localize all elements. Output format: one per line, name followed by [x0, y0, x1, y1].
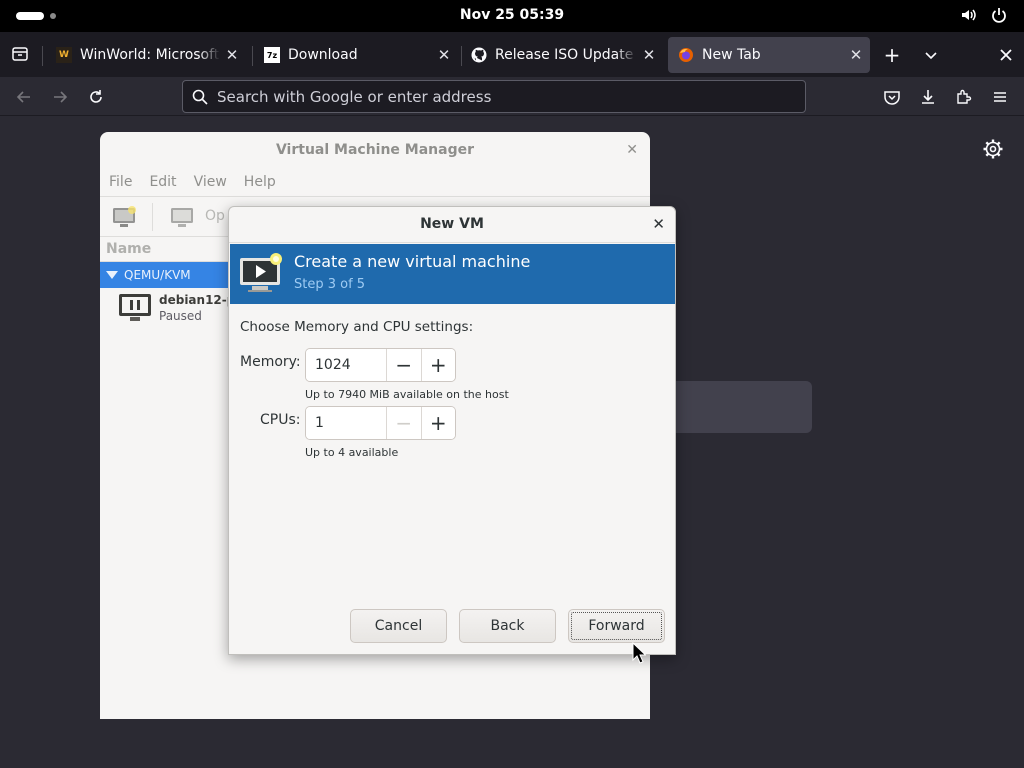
- new-vm-monitor-icon: [240, 253, 282, 292]
- hamburger-menu-icon: [994, 92, 1006, 102]
- cpus-spinbutton[interactable]: − +: [305, 406, 456, 440]
- github-icon: [471, 47, 487, 63]
- open-console-icon[interactable]: [170, 205, 196, 229]
- cpus-input[interactable]: [306, 407, 386, 439]
- dialog-titlebar[interactable]: New VM ✕: [229, 207, 675, 243]
- menu-help[interactable]: Help: [244, 168, 276, 196]
- app-menu-button[interactable]: [987, 84, 1013, 110]
- cpus-label: CPUs:: [260, 412, 301, 428]
- vm-state: Paused: [159, 309, 202, 323]
- tab-close-icon[interactable]: ✕: [637, 43, 661, 67]
- clock[interactable]: Nov 25 05:39: [0, 7, 1024, 23]
- tab-separator: [42, 46, 43, 66]
- new-vm-dialog: New VM ✕ Create a new virtual machine St…: [228, 206, 676, 655]
- memory-increase-button[interactable]: +: [420, 349, 455, 381]
- forward-button[interactable]: Forward: [568, 609, 665, 643]
- close-icon: [1000, 49, 1012, 61]
- instruction-text: Choose Memory and CPU settings:: [240, 319, 474, 335]
- menu-view[interactable]: View: [194, 168, 227, 196]
- memory-spinbutton[interactable]: − +: [305, 348, 456, 382]
- tab-title: WinWorld: Microsoft W: [80, 47, 220, 63]
- tab-close-icon[interactable]: ✕: [844, 43, 868, 67]
- tab-release-iso[interactable]: Release ISO Update 5.0 ✕: [461, 37, 663, 73]
- dialog-close-button[interactable]: ✕: [652, 207, 665, 241]
- tab-close-icon[interactable]: ✕: [432, 43, 456, 67]
- reload-icon: [90, 90, 102, 103]
- downloads-button[interactable]: [915, 84, 941, 110]
- new-tab-button[interactable]: +: [879, 42, 905, 68]
- tab-title: Download: [288, 47, 358, 63]
- tab-title: Release ISO Update 5.0: [495, 47, 637, 63]
- download-icon: [922, 90, 934, 104]
- url-input[interactable]: [217, 87, 777, 106]
- gnome-top-bar: Nov 25 05:39: [0, 0, 1024, 32]
- wizard-title: Create a new virtual machine: [294, 252, 531, 271]
- vmm-close-button[interactable]: ✕: [626, 132, 638, 168]
- memory-hint: Up to 7940 MiB available on the host: [305, 388, 509, 401]
- 7zip-favicon-icon: 7z: [264, 47, 280, 63]
- puzzle-icon: [957, 89, 972, 104]
- tab-winworld[interactable]: W WinWorld: Microsoft W ✕: [46, 37, 246, 73]
- new-vm-icon[interactable]: [112, 205, 138, 229]
- url-bar[interactable]: [182, 80, 806, 113]
- cpus-increase-button[interactable]: +: [420, 407, 455, 439]
- connection-label: QEMU/KVM: [124, 268, 191, 282]
- navigation-toolbar: [0, 77, 1024, 116]
- memory-decrease-button[interactable]: −: [386, 349, 421, 381]
- extensions-button[interactable]: [951, 84, 977, 110]
- volume-icon: [962, 9, 976, 21]
- vmm-title: Virtual Machine Manager: [275, 142, 475, 158]
- toolbar-separator: [152, 203, 153, 231]
- wizard-step: Step 3 of 5: [294, 277, 366, 292]
- menu-edit[interactable]: Edit: [149, 168, 176, 196]
- power-icon: [992, 8, 1006, 23]
- tab-separator: [252, 46, 253, 66]
- tab-download[interactable]: 7z Download ✕: [254, 37, 458, 73]
- mouse-cursor-icon: [632, 642, 646, 664]
- cancel-button[interactable]: Cancel: [350, 609, 447, 643]
- chevron-down-icon: [925, 52, 937, 60]
- reload-button[interactable]: [83, 84, 109, 110]
- cpus-hint: Up to 4 available: [305, 446, 399, 459]
- firefox-icon: [678, 47, 694, 63]
- wizard-header: Create a new virtual machine Step 3 of 5: [230, 244, 675, 304]
- expander-triangle-icon[interactable]: [106, 271, 118, 279]
- tab-new-tab[interactable]: New Tab ✕: [668, 37, 870, 73]
- search-icon: [192, 89, 208, 105]
- tab-close-icon[interactable]: ✕: [220, 43, 244, 67]
- back-button[interactable]: [11, 84, 37, 110]
- memory-input[interactable]: [306, 349, 386, 381]
- tab-strip: W WinWorld: Microsoft W ✕ 7z Download ✕ …: [0, 32, 1024, 77]
- system-status-area[interactable]: [960, 6, 1008, 24]
- memory-label: Memory:: [240, 354, 301, 370]
- firefox-view-icon: [12, 47, 28, 61]
- dialog-title: New VM: [420, 216, 484, 232]
- paused-vm-icon: [119, 294, 151, 321]
- gear-icon[interactable]: [982, 138, 1004, 160]
- arrow-left-icon: [16, 91, 30, 103]
- tab-title: New Tab: [702, 47, 761, 63]
- vmm-menubar: File Edit View Help: [100, 168, 650, 196]
- menu-file[interactable]: File: [109, 168, 132, 196]
- back-button[interactable]: Back: [459, 609, 556, 643]
- close-window-button[interactable]: [993, 42, 1019, 68]
- pocket-button[interactable]: [879, 84, 905, 110]
- winworld-favicon-icon: W: [56, 47, 72, 63]
- list-all-tabs-button[interactable]: [918, 42, 944, 68]
- arrow-right-icon: [54, 91, 68, 103]
- open-button-label[interactable]: Op: [205, 208, 225, 224]
- firefox-view-button[interactable]: [8, 42, 32, 66]
- pocket-icon: [884, 91, 900, 105]
- cpus-decrease-button[interactable]: −: [386, 407, 421, 439]
- forward-button[interactable]: [47, 84, 73, 110]
- vmm-titlebar[interactable]: Virtual Machine Manager ✕: [100, 132, 650, 168]
